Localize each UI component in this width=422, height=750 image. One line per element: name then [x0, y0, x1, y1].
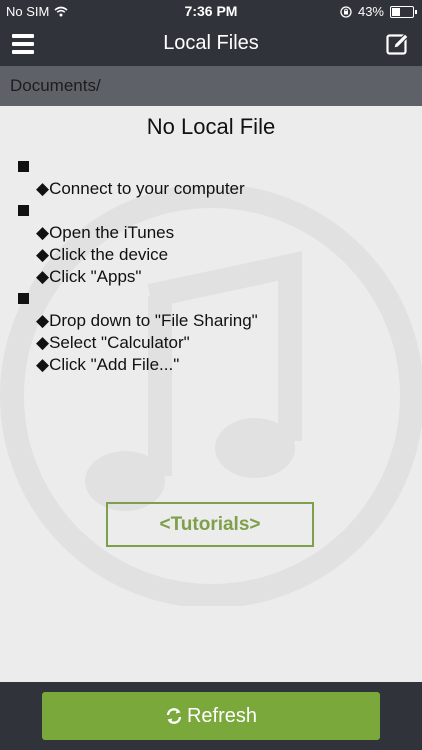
path-bar: Documents/	[0, 66, 422, 106]
edit-icon[interactable]	[386, 32, 410, 56]
step-item: ◆Drop down to "File Sharing"	[36, 311, 258, 330]
current-path: Documents/	[10, 76, 101, 95]
step-group-bullet	[18, 156, 258, 178]
page-title: Local Files	[163, 32, 259, 54]
square-bullet-icon	[18, 161, 29, 172]
refresh-icon	[166, 708, 182, 724]
main-content: No Local File ◆Connect to your computer …	[0, 106, 422, 682]
step-group-bullet	[18, 200, 258, 222]
battery-icon	[390, 5, 417, 18]
tutorials-button[interactable]: <Tutorials>	[106, 502, 314, 547]
step-group-bullet	[18, 288, 258, 310]
battery-level	[392, 7, 401, 16]
top-bar: No SIM 7:36 PM 43% Local Files	[0, 0, 422, 66]
empty-state-heading: No Local File	[146, 114, 276, 139]
step-item: ◆Click the device	[36, 245, 169, 264]
step-item: ◆Click "Apps"	[36, 267, 142, 286]
refresh-label: Refresh	[186, 704, 258, 727]
step-item: ◆Click "Add File..."	[36, 355, 180, 374]
bottom-bar: Refresh	[0, 682, 422, 750]
status-right: 43%	[340, 4, 417, 19]
navigation-bar: Local Files	[0, 22, 422, 66]
square-bullet-icon	[18, 293, 29, 304]
refresh-button[interactable]: Refresh	[42, 692, 380, 740]
step-item: ◆Open the iTunes	[36, 223, 175, 242]
status-bar: No SIM 7:36 PM 43%	[0, 0, 422, 22]
square-bullet-icon	[18, 205, 29, 216]
instructions-list: ◆Connect to your computer ◆Open the iTun…	[18, 156, 258, 376]
step-item: ◆Select "Calculator"	[36, 333, 190, 352]
battery-percent: 43%	[357, 4, 384, 19]
step-item: ◆Connect to your computer	[36, 179, 245, 198]
orientation-lock-icon	[340, 5, 352, 18]
